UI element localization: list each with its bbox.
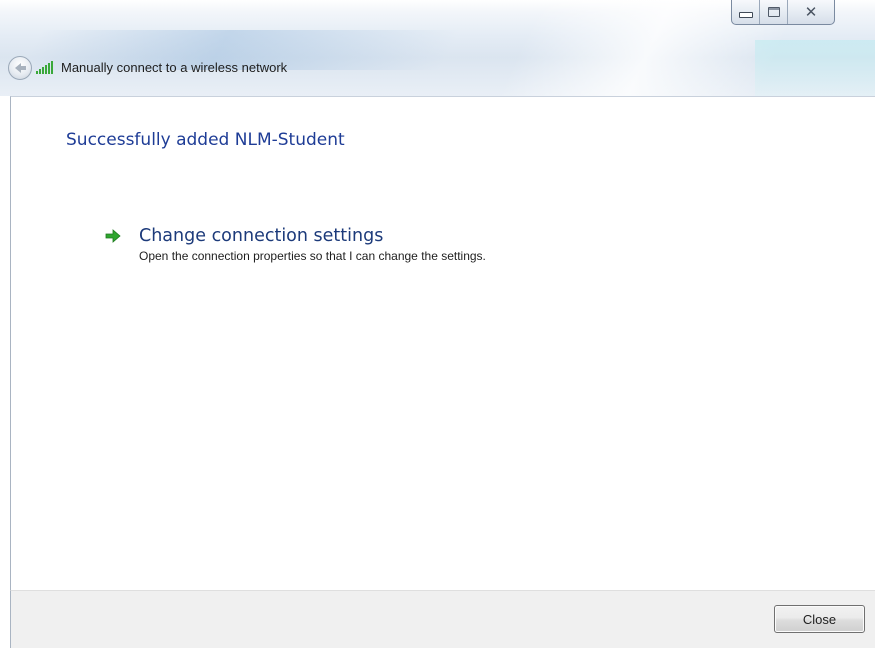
maximize-button[interactable] bbox=[760, 0, 788, 24]
window-frame: ✕ Manually connect to a wireless network bbox=[0, 0, 875, 96]
link-description: Open the connection properties so that I… bbox=[139, 249, 486, 263]
minimize-icon bbox=[738, 12, 753, 18]
dialog-window: ✕ Manually connect to a wireless network… bbox=[0, 0, 875, 648]
dialog-footer: Close bbox=[10, 590, 875, 648]
minimize-button[interactable] bbox=[732, 0, 760, 24]
green-arrow-icon bbox=[105, 229, 121, 243]
window-title: Manually connect to a wireless network bbox=[61, 60, 288, 75]
window-controls: ✕ bbox=[731, 0, 835, 25]
link-title[interactable]: Change connection settings bbox=[139, 225, 486, 247]
back-button[interactable] bbox=[8, 56, 32, 80]
page-heading: Successfully added NLM-Student bbox=[66, 130, 345, 150]
back-arrow-icon bbox=[15, 63, 26, 73]
close-window-button[interactable]: ✕ bbox=[788, 0, 834, 24]
close-button[interactable]: Close bbox=[774, 605, 865, 633]
link-text-group: Change connection settings Open the conn… bbox=[139, 225, 486, 263]
window-title-row: Manually connect to a wireless network bbox=[36, 60, 287, 75]
maximize-icon bbox=[767, 7, 780, 17]
content-pane: Successfully added NLM-Student Change co… bbox=[10, 96, 875, 590]
change-connection-settings-link[interactable]: Change connection settings Open the conn… bbox=[104, 225, 486, 263]
frame-glass-tint bbox=[755, 40, 875, 96]
close-icon: ✕ bbox=[804, 2, 818, 21]
wireless-signal-icon bbox=[36, 61, 56, 74]
